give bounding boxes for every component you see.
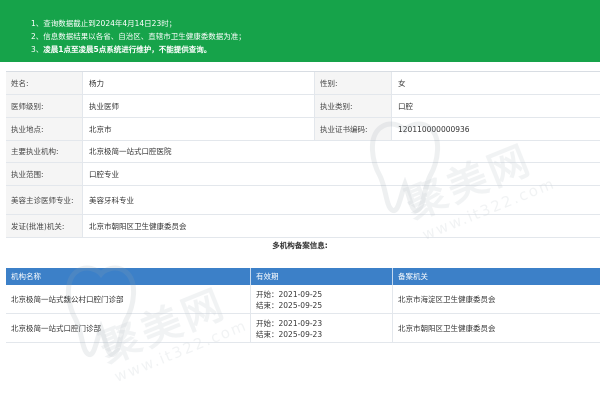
gender-value: 女 <box>398 78 406 88</box>
col-header-org: 机构名称 <box>11 272 41 281</box>
cosmetic-label: 美容主诊医师专业: <box>6 186 82 214</box>
cosmetic-value: 美容牙科专业 <box>89 195 134 205</box>
info-row-location-cert: 执业地点: 北京市 执业证书编码: 120110000000936 <box>6 118 600 141</box>
info-row-name-gender: 姓名: 杨力 性别: 女 <box>6 72 600 95</box>
col-header-validity: 有效期 <box>256 272 279 281</box>
row-org: 北京极简一站式口腔门诊部 <box>11 324 101 333</box>
col-header-agency: 备案机关 <box>398 272 428 281</box>
validity-start: 开始：2021-09-23 <box>256 318 323 328</box>
table-row: 北京极简一站式魏公村口腔门诊部 开始：2021-09-25 结束：2025-09… <box>6 285 600 314</box>
notice-text: 信息数据结果以各省、自治区、直辖市卫生健康委数据为准； <box>43 32 246 41</box>
info-row-scope: 执业范围: 口腔专业 <box>6 163 600 186</box>
notice-text: 查询数据截止到2024年4月14日23时； <box>43 19 177 28</box>
level-label: 医师级别: <box>6 95 82 117</box>
issuer-value: 北京市朝阳区卫生健康委员会 <box>89 221 187 231</box>
category-label: 执业类别: <box>315 95 391 117</box>
name-value: 杨力 <box>89 78 104 88</box>
notice-line-2: 2、信息数据结果以各省、自治区、直辖市卫生健康委数据为准； <box>31 31 246 42</box>
row-org: 北京极简一站式魏公村口腔门诊部 <box>11 295 124 304</box>
info-row-cosmetic: 美容主诊医师专业: 美容牙科专业 <box>6 186 600 215</box>
table-row: 北京极简一站式口腔门诊部 开始：2021-09-23 结束：2025-09-23… <box>6 314 600 343</box>
scope-value: 口腔专业 <box>89 169 119 179</box>
org-label: 主要执业机构: <box>6 141 82 162</box>
row-agency: 北京市海淀区卫生健康委员会 <box>398 295 496 304</box>
name-label: 姓名: <box>6 72 82 94</box>
level-value: 执业医师 <box>89 101 119 111</box>
location-label: 执业地点: <box>6 118 82 140</box>
info-row-level-category: 医师级别: 执业医师 执业类别: 口腔 <box>6 95 600 118</box>
notice-number: 2、 <box>31 32 44 41</box>
multi-institution-title: 多机构备案信息: <box>272 241 328 250</box>
table-header: 机构名称 有效期 备案机关 <box>6 268 600 285</box>
row-validity: 开始：2021-09-25 结束：2025-09-25 <box>251 285 392 314</box>
validity-end: 结束：2025-09-25 <box>256 300 323 310</box>
validity-end: 结束：2025-09-23 <box>256 329 323 339</box>
notice-text: 凌晨1点至凌晨5点系统进行维护，不能提供查询。 <box>43 45 212 54</box>
issuer-label: 发证(批准)机关: <box>6 215 82 237</box>
cert-label: 执业证书编码: <box>315 118 391 140</box>
row-validity: 开始：2021-09-23 结束：2025-09-23 <box>251 314 392 343</box>
notice-number: 3、 <box>31 45 44 54</box>
scope-label: 执业范围: <box>6 163 82 185</box>
category-value: 口腔 <box>398 101 413 111</box>
validity-start: 开始：2021-09-25 <box>256 289 323 299</box>
location-value: 北京市 <box>89 124 112 134</box>
notice-line-3: 3、凌晨1点至凌晨5点系统进行维护，不能提供查询。 <box>31 44 211 55</box>
notice-line-1: 1、查询数据截止到2024年4月14日23时； <box>31 18 176 29</box>
row-agency: 北京市朝阳区卫生健康委员会 <box>398 324 496 333</box>
info-row-issuer: 发证(批准)机关: 北京市朝阳区卫生健康委员会 <box>6 215 600 238</box>
info-row-org: 主要执业机构: 北京极简一站式口腔医院 <box>6 141 600 163</box>
gender-label: 性别: <box>315 72 391 94</box>
notice-number: 1、 <box>31 19 44 28</box>
notice-banner: 1、查询数据截止到2024年4月14日23时； 2、信息数据结果以各省、自治区、… <box>0 0 600 62</box>
doctor-info-table: 姓名: 杨力 性别: 女 医师级别: 执业医师 执业类别: 口腔 执业地点: 北… <box>6 71 600 238</box>
cert-value: 120110000000936 <box>398 124 470 134</box>
org-value: 北京极简一站式口腔医院 <box>89 147 172 156</box>
